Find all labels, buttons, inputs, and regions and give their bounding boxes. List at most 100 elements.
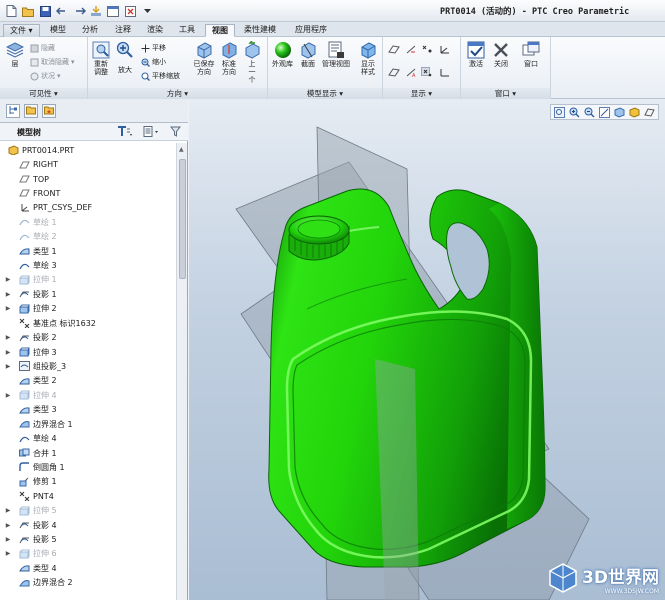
tree-item[interactable]: ▶ 拉伸 1 xyxy=(0,273,176,287)
zoom-in-icon[interactable] xyxy=(568,106,581,118)
standard-orientation-button[interactable]: 标准方向 xyxy=(219,41,239,76)
manage-views-button[interactable]: 管理视图 xyxy=(322,41,350,68)
tree-item[interactable]: 类型 2 xyxy=(0,374,176,388)
pan-zoom-button[interactable]: 平移缩放 xyxy=(141,71,180,81)
tab-annotate[interactable]: 注释 xyxy=(109,24,137,37)
expand-arrow-icon[interactable]: ▶ xyxy=(4,305,12,312)
windows-icon[interactable] xyxy=(106,4,120,18)
point-tag-display-icon[interactable] xyxy=(421,67,432,77)
expand-arrow-icon[interactable]: ▶ xyxy=(4,536,12,543)
tree-item[interactable]: 合并 1 xyxy=(0,446,176,460)
plane-display-icon[interactable] xyxy=(388,44,400,54)
tab-favorites[interactable] xyxy=(42,104,56,118)
tree-filter-icon[interactable] xyxy=(169,126,182,139)
tree-item[interactable]: RIGHT xyxy=(0,157,176,171)
pan-button[interactable]: 平移 xyxy=(141,43,166,53)
tree-item[interactable]: ▶ 拉伸 5 xyxy=(0,504,176,518)
tree-item[interactable]: 草绘 4 xyxy=(0,431,176,445)
display-style-button[interactable]: 显示样式 xyxy=(358,41,378,76)
customize-icon[interactable] xyxy=(140,4,154,18)
tree-item[interactable]: 草绘 3 xyxy=(0,258,176,272)
tab-applications[interactable]: 应用程序 xyxy=(289,24,333,37)
tree-item[interactable]: 边界混合 1 xyxy=(0,417,176,431)
save-icon[interactable] xyxy=(38,4,52,18)
windows-button[interactable]: 窗口 xyxy=(522,41,540,68)
activate-button[interactable]: 激活 xyxy=(467,41,485,68)
tree-item[interactable]: 草绘 2 xyxy=(0,230,176,244)
scrollbar-thumb[interactable] xyxy=(179,159,186,279)
tree-item[interactable]: ▶ 组投影_3 xyxy=(0,359,176,373)
previous-orientation-button[interactable]: 上一个 xyxy=(243,41,261,84)
tree-show-icon[interactable] xyxy=(143,126,159,139)
tree-item[interactable]: 类型 1 xyxy=(0,244,176,258)
zoom-out-icon[interactable] xyxy=(583,106,596,118)
tab-analysis[interactable]: 分析 xyxy=(76,24,104,37)
appearance-gallery-button[interactable]: 外观库 xyxy=(272,41,293,68)
tab-file[interactable]: 文件 ▾ xyxy=(3,24,40,37)
expand-arrow-icon[interactable]: ▶ xyxy=(4,507,12,514)
tree-item[interactable]: 基准点 标识1632 xyxy=(0,316,176,330)
repaint-icon[interactable] xyxy=(598,106,611,118)
tree-item[interactable]: TOP xyxy=(0,172,176,186)
csys-tag-display-icon[interactable] xyxy=(439,67,449,77)
display-style-icon[interactable] xyxy=(628,106,641,118)
tree-settings-icon[interactable] xyxy=(117,126,133,139)
new-icon[interactable] xyxy=(4,4,18,18)
tree-item[interactable]: ▶ 拉伸 3 xyxy=(0,345,176,359)
csys-display-icon[interactable] xyxy=(439,44,449,54)
tree-item[interactable]: PNT4 xyxy=(0,489,176,503)
tab-view[interactable]: 视图 xyxy=(205,24,235,37)
saved-views-icon[interactable] xyxy=(613,106,626,118)
tree-item[interactable]: 草绘 1 xyxy=(0,215,176,229)
tree-item[interactable]: 类型 3 xyxy=(0,403,176,417)
tab-model[interactable]: 模型 xyxy=(44,24,72,37)
tree-item[interactable]: 修剪 1 xyxy=(0,475,176,489)
close-icon[interactable] xyxy=(123,4,137,18)
expand-arrow-icon[interactable]: ▶ xyxy=(4,291,12,298)
open-icon[interactable] xyxy=(21,4,35,18)
tree-item[interactable]: 类型 4 xyxy=(0,561,176,575)
regenerate-icon[interactable] xyxy=(89,4,103,18)
tree-item[interactable]: 边界混合 2 xyxy=(0,576,176,590)
expand-arrow-icon[interactable]: ▶ xyxy=(4,334,12,341)
axis-display-icon[interactable] xyxy=(405,44,416,54)
tree-item[interactable]: ▶ 投影 5 xyxy=(0,532,176,546)
tree-item[interactable]: PRT_CSYS_DEF xyxy=(0,201,176,215)
tree-item[interactable]: ▶ 投影 4 xyxy=(0,518,176,532)
tree-item[interactable]: 倒圆角 1 xyxy=(0,460,176,474)
expand-arrow-icon[interactable]: ▶ xyxy=(4,522,12,529)
status-button[interactable]: 状况 ▾ xyxy=(30,71,61,81)
tab-flexible-modeling[interactable]: 柔性建模 xyxy=(238,24,282,37)
zoom-out-button[interactable]: 缩小 xyxy=(141,57,166,67)
expand-arrow-icon[interactable]: ▶ xyxy=(4,392,12,399)
refit-button[interactable]: 重新调整 xyxy=(91,41,111,76)
tree-item[interactable]: ▶ 投影 1 xyxy=(0,287,176,301)
close-window-button[interactable]: 关闭 xyxy=(492,41,510,68)
tab-folder-browser[interactable] xyxy=(24,104,38,118)
plane-tag-display-icon[interactable] xyxy=(388,67,400,77)
tab-model-tree[interactable] xyxy=(6,104,20,118)
model-view[interactable] xyxy=(189,99,665,600)
tab-tools[interactable]: 工具 xyxy=(173,24,201,37)
unhide-button[interactable]: 取消隐藏 ▾ xyxy=(30,57,75,67)
tree-item[interactable]: PRT0014.PRT xyxy=(0,143,176,157)
axis-tag-display-icon[interactable]: A xyxy=(405,67,416,79)
layers-button[interactable]: 层 xyxy=(6,41,24,68)
tree-item[interactable]: ▶ 投影 2 xyxy=(0,330,176,344)
undo-icon[interactable] xyxy=(55,4,69,18)
model-tree-scrollbar[interactable]: ▲ xyxy=(176,143,187,600)
tab-render[interactable]: 渲染 xyxy=(141,24,169,37)
tree-item[interactable]: FRONT xyxy=(0,186,176,200)
zoom-in-button[interactable]: 放大 xyxy=(116,41,134,74)
section-button[interactable]: 截面 xyxy=(299,41,317,68)
tree-item[interactable]: ▶ 拉伸 2 xyxy=(0,302,176,316)
datum-display-icon[interactable] xyxy=(643,106,656,118)
scroll-up-icon[interactable]: ▲ xyxy=(179,146,184,153)
hide-button[interactable]: 隐藏 xyxy=(30,43,55,53)
graphics-window[interactable]: 3D世界网 WWW.3DSJW.COM xyxy=(189,99,665,600)
refit-icon[interactable] xyxy=(553,106,566,118)
expand-arrow-icon[interactable]: ▶ xyxy=(4,363,12,370)
tree-item[interactable]: ▶ 拉伸 6 xyxy=(0,547,176,561)
redo-icon[interactable] xyxy=(72,4,86,18)
point-display-icon[interactable] xyxy=(421,44,432,53)
